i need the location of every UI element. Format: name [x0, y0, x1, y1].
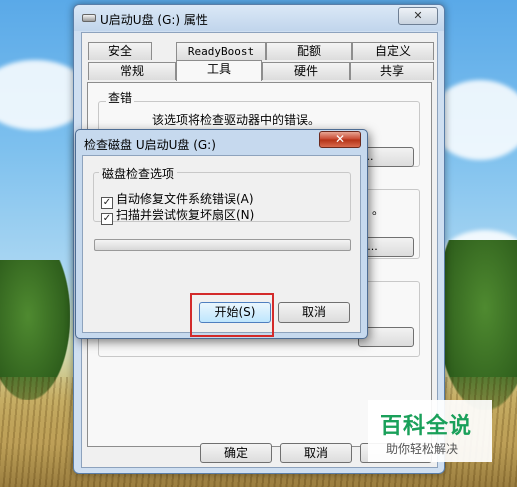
option-scan-recover[interactable]: ✓ 扫描并尝试恢复坏扇区(N) [101, 208, 255, 225]
tab-custom[interactable]: 自定义 [352, 42, 434, 60]
watermark: 百科全说 助你轻松解决 [368, 400, 492, 462]
window-titlebar[interactable]: U启动U盘 (G:) 属性 ✕ [74, 5, 444, 31]
defrag-text-fragment: 。 [372, 203, 385, 217]
window-close-button[interactable]: ✕ [398, 7, 438, 25]
progress-bar [94, 239, 351, 251]
tab-quota[interactable]: 配额 [266, 42, 352, 60]
tab-general[interactable]: 常规 [88, 62, 176, 80]
option-auto-fix-label: 自动修复文件系统错误(A) [116, 192, 254, 206]
dialog-cancel-button[interactable]: 取消 [278, 302, 350, 323]
dialog-close-button[interactable]: ✕ [319, 131, 361, 148]
ok-button[interactable]: 确定 [200, 443, 272, 463]
tab-sharing[interactable]: 共享 [350, 62, 434, 80]
tab-readyboost[interactable]: ReadyBoost [176, 42, 266, 60]
dialog-title: 检查磁盘 U启动U盘 (G:) [84, 138, 216, 152]
watermark-subtitle: 助你轻松解决 [386, 442, 459, 456]
start-button-highlight [190, 293, 274, 337]
watermark-title: 百科全说 [380, 414, 473, 439]
drive-icon [82, 14, 96, 22]
checkbox-scan-recover[interactable]: ✓ [101, 213, 113, 225]
option-scan-recover-label: 扫描并尝试恢复坏扇区(N) [116, 208, 255, 222]
cancel-button[interactable]: 取消 [280, 443, 352, 463]
option-auto-fix[interactable]: ✓ 自动修复文件系统错误(A) [101, 192, 254, 209]
tab-security[interactable]: 安全 [88, 42, 152, 60]
tab-hardware[interactable]: 硬件 [262, 62, 350, 80]
check-group-label: 查错 [106, 89, 135, 106]
window-title: U启动U盘 (G:) 属性 [100, 13, 208, 27]
disk-options-label: 磁盘检查选项 [99, 165, 178, 182]
tab-tools[interactable]: 工具 [176, 60, 262, 81]
check-group-text: 该选项将检查驱动器中的错误。 [152, 113, 321, 127]
